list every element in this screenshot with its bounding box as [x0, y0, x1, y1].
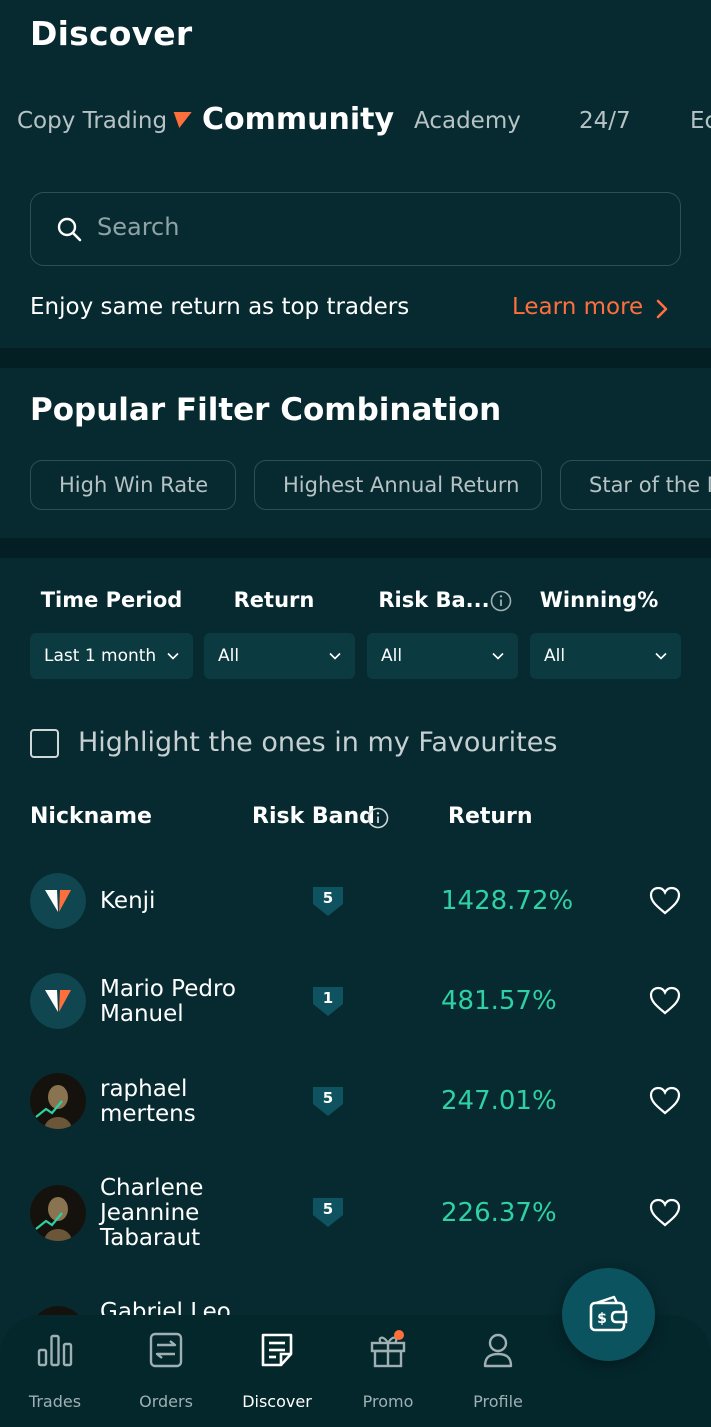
chevron-down-icon	[492, 652, 504, 660]
trader-name: raphael mertens	[100, 1076, 196, 1127]
dropdown-value: All	[544, 646, 566, 666]
risk-band-value: 5	[322, 1089, 334, 1107]
winning-dropdown[interactable]: All	[530, 633, 681, 679]
column-risk-band: Risk Band	[252, 804, 375, 829]
top-tabs: Copy Trading Community Academy 24/7 Ec	[0, 100, 711, 146]
search-placeholder: Search	[97, 213, 180, 241]
nav-label: Discover	[242, 1392, 312, 1411]
flag-icon	[170, 112, 192, 128]
wallet-button[interactable]: $	[562, 1268, 655, 1361]
column-nickname: Nickname	[30, 804, 152, 829]
table-row[interactable]: raphael mertens 5 247.01%	[0, 1065, 711, 1137]
avatar	[30, 1073, 86, 1129]
heart-icon[interactable]	[648, 1196, 682, 1230]
favourites-label: Highlight the ones in my Favourites	[78, 727, 558, 758]
dropdown-value: All	[381, 646, 403, 666]
tab-copy-trading[interactable]: Copy Trading	[17, 108, 167, 134]
info-icon[interactable]	[490, 590, 512, 612]
bar-chart-icon	[37, 1334, 73, 1367]
trader-name: Mario Pedro Manuel	[100, 976, 236, 1027]
heart-icon[interactable]	[648, 984, 682, 1018]
chevron-down-icon	[329, 652, 341, 660]
chip-star-of-the-month[interactable]: Star of the M	[560, 460, 711, 510]
risk-band-value: 5	[322, 1200, 334, 1218]
chevron-down-icon	[167, 652, 179, 660]
trader-name: Kenji	[100, 888, 156, 914]
info-icon[interactable]	[367, 807, 389, 829]
avatar	[30, 873, 86, 929]
time-period-dropdown[interactable]: Last 1 month	[30, 633, 193, 679]
chevron-down-icon	[655, 652, 667, 660]
return-value: 247.01%	[441, 1086, 557, 1116]
heart-icon[interactable]	[648, 1084, 682, 1118]
section-divider	[0, 538, 711, 558]
risk-band-value: 5	[322, 889, 334, 907]
page-title: Discover	[30, 14, 193, 53]
nav-discover[interactable]: Discover	[222, 1330, 332, 1411]
nav-trades[interactable]: Trades	[0, 1330, 110, 1411]
tab-community[interactable]: Community	[202, 102, 394, 137]
nav-promo[interactable]: Promo	[333, 1330, 443, 1411]
dropdown-value: Last 1 month	[44, 646, 157, 666]
avatar	[30, 973, 86, 1029]
gift-icon	[370, 1330, 406, 1368]
trader-name: Charlene Jeannine Tabaraut	[100, 1175, 204, 1251]
tab-24-7[interactable]: 24/7	[579, 108, 631, 134]
tab-academy[interactable]: Academy	[414, 108, 521, 134]
profile-icon	[483, 1333, 513, 1368]
nav-profile[interactable]: Profile	[443, 1330, 553, 1411]
chip-highest-annual-return[interactable]: Highest Annual Return	[254, 460, 542, 510]
search-icon	[57, 217, 82, 242]
nav-label: Orders	[139, 1392, 193, 1411]
table-row[interactable]: Charlene Jeannine Tabaraut 5 226.37%	[0, 1165, 711, 1265]
return-value: 481.57%	[441, 986, 557, 1016]
heart-icon[interactable]	[648, 884, 682, 918]
filter-label-winning: Winning%	[539, 588, 659, 612]
learn-more-link[interactable]: Learn more	[512, 294, 643, 320]
chevron-right-icon	[656, 299, 668, 319]
favourites-checkbox[interactable]	[30, 729, 59, 758]
table-row[interactable]: Kenji 5 1428.72%	[0, 865, 711, 937]
popular-filter-title: Popular Filter Combination	[30, 392, 502, 428]
return-value: 226.37%	[441, 1198, 557, 1228]
svg-text:$: $	[597, 1311, 607, 1327]
nav-orders[interactable]: Orders	[111, 1330, 221, 1411]
filter-label-risk-band: Risk Ba...	[378, 588, 490, 612]
return-value: 1428.72%	[441, 886, 574, 916]
nav-label: Promo	[362, 1392, 414, 1411]
table-row[interactable]: Mario Pedro Manuel 1 481.57%	[0, 965, 711, 1037]
promo-text: Enjoy same return as top traders	[30, 294, 410, 320]
orders-icon	[149, 1332, 183, 1368]
avatar	[30, 1185, 86, 1241]
tab-ec[interactable]: Ec	[690, 108, 711, 134]
return-dropdown[interactable]: All	[204, 633, 355, 679]
chip-high-win-rate[interactable]: High Win Rate	[30, 460, 236, 510]
filter-label-return: Return	[233, 588, 315, 612]
nav-label: Trades	[28, 1392, 82, 1411]
discover-icon	[261, 1333, 293, 1367]
filter-label-time-period: Time Period	[40, 588, 183, 612]
dropdown-value: All	[218, 646, 240, 666]
column-return: Return	[448, 804, 533, 829]
wallet-icon: $	[589, 1295, 628, 1332]
section-divider	[0, 348, 711, 368]
nav-label: Profile	[473, 1392, 523, 1411]
risk-band-dropdown[interactable]: All	[367, 633, 518, 679]
risk-band-value: 1	[322, 989, 334, 1007]
